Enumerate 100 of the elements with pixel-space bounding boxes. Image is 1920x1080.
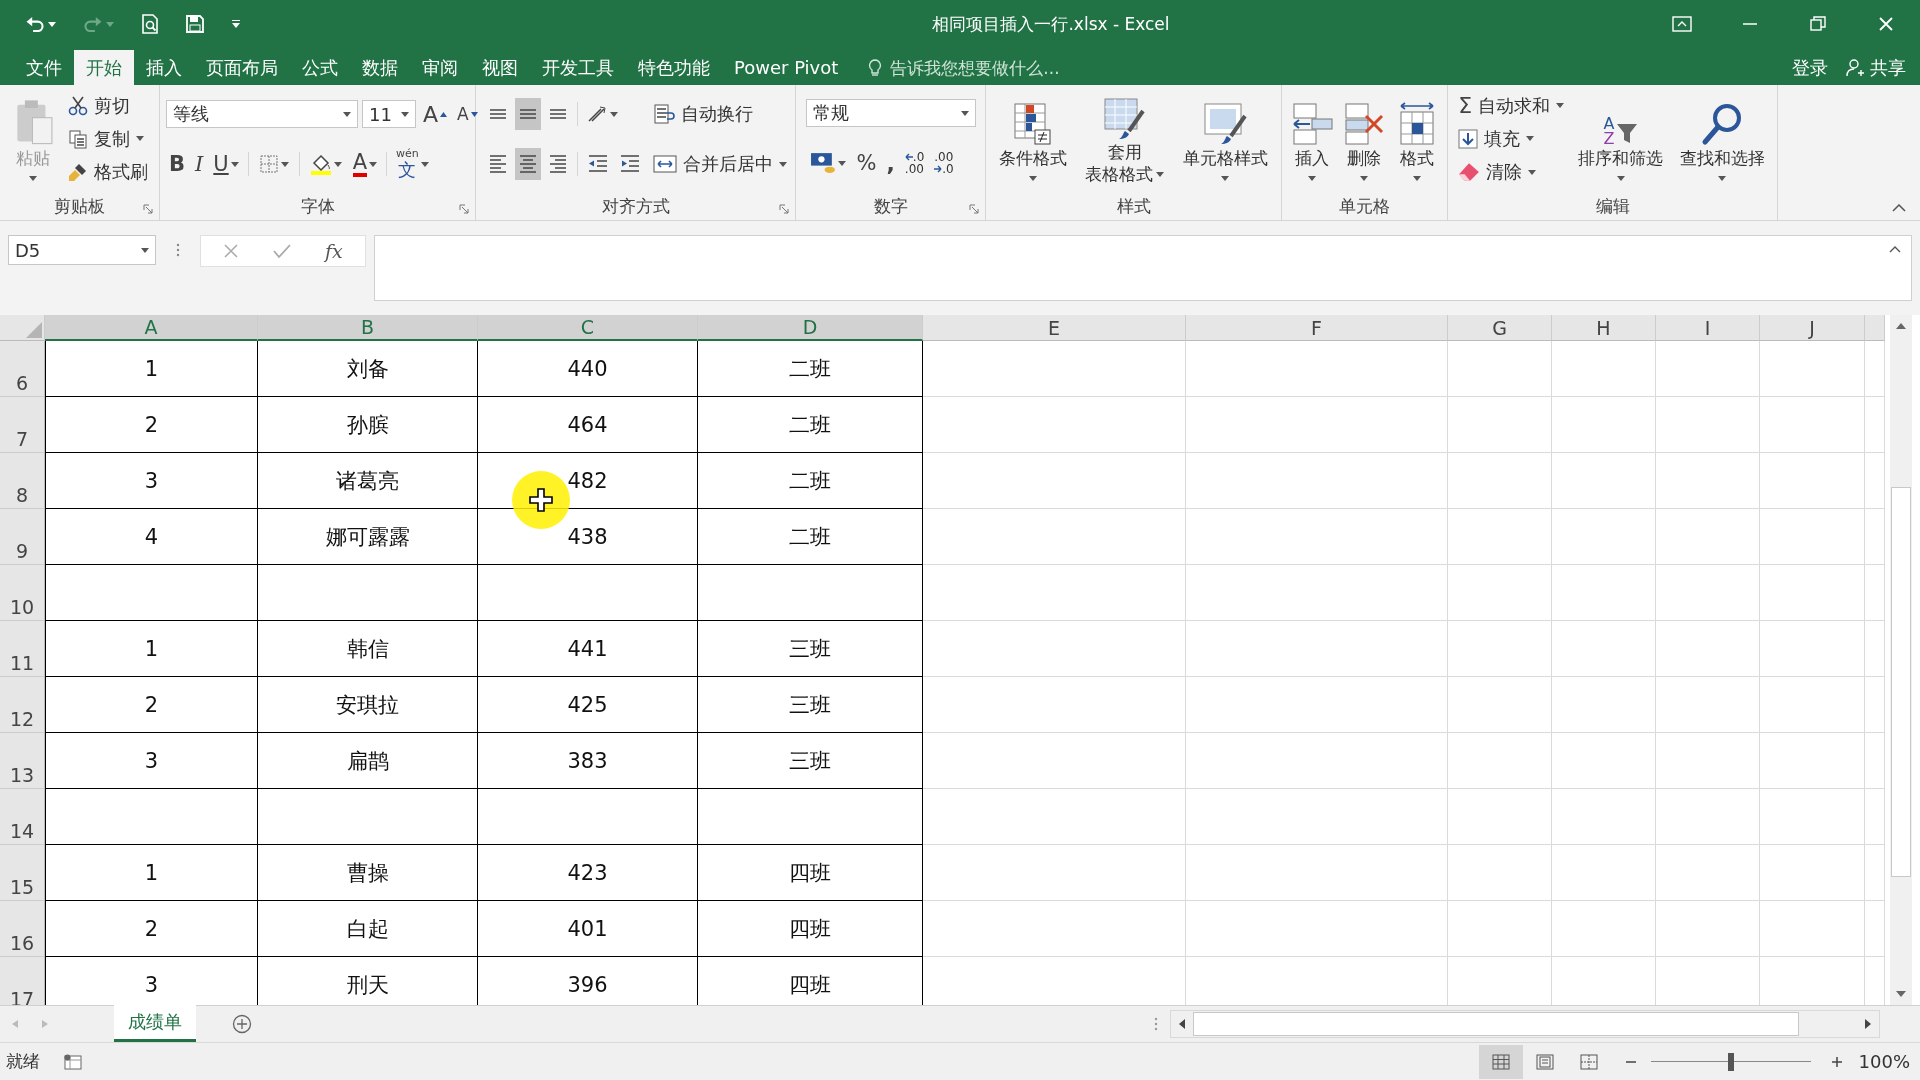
ribbon-tab[interactable]: 公式 bbox=[290, 50, 350, 85]
format-button[interactable]: I bbox=[192, 148, 207, 180]
row-header[interactable]: 16 bbox=[0, 901, 45, 957]
format-button[interactable]: B bbox=[166, 148, 188, 180]
ribbon-tab[interactable]: Power Pivot bbox=[722, 50, 851, 85]
format-button[interactable]: A bbox=[420, 98, 451, 130]
row-header[interactable]: 13 bbox=[0, 733, 45, 789]
ribbon-tab[interactable]: 插入 bbox=[134, 50, 194, 85]
filter-icon bbox=[1616, 121, 1639, 146]
column-header[interactable]: G bbox=[1448, 315, 1552, 341]
phonetic-button[interactable]: wén 文 bbox=[393, 148, 432, 180]
row-header[interactable]: 15 bbox=[0, 845, 45, 901]
ribbon-button[interactable]: 格式 bbox=[1392, 97, 1441, 181]
ribbon-button[interactable]: A Z 排序和筛选 bbox=[1576, 97, 1666, 181]
format-button[interactable]: , bbox=[883, 147, 898, 179]
macro-record-button[interactable] bbox=[64, 1053, 82, 1070]
scroll-down-button[interactable] bbox=[1896, 991, 1906, 997]
sort-letters: A Z bbox=[1603, 115, 1615, 146]
row-header[interactable]: 12 bbox=[0, 677, 45, 733]
row-header[interactable]: 14 bbox=[0, 789, 45, 845]
scroll-thumb[interactable] bbox=[1193, 1012, 1799, 1036]
conditional-format-icon bbox=[1013, 101, 1054, 146]
ribbon-tab[interactable]: 页面布局 bbox=[194, 50, 290, 85]
ribbon-icon-button[interactable] bbox=[514, 98, 541, 130]
row-header[interactable]: 6 bbox=[0, 341, 45, 397]
sign-in-link[interactable]: 登录 bbox=[1792, 55, 1828, 80]
ribbon-tab[interactable]: 数据 bbox=[350, 50, 410, 85]
ribbon-tab[interactable]: 视图 bbox=[470, 50, 530, 85]
table-cell: 四班 bbox=[698, 845, 923, 901]
ribbon-button[interactable]: 插入 bbox=[1288, 97, 1337, 181]
ribbon-display-icon bbox=[1672, 16, 1692, 32]
column-header[interactable]: D bbox=[698, 315, 923, 341]
tell-me-field[interactable]: 告诉我您想要做什么... bbox=[868, 50, 1113, 85]
ribbon-icon-button[interactable] bbox=[514, 148, 541, 180]
column-header[interactable]: I bbox=[1656, 315, 1760, 341]
ribbon-button[interactable]: 格式刷 bbox=[68, 157, 149, 188]
ribbon-button[interactable]: Σ 自动求和 bbox=[1458, 90, 1565, 121]
scroll-right-button[interactable] bbox=[1865, 1019, 1871, 1029]
scroll-left-button[interactable] bbox=[1179, 1019, 1185, 1029]
column-header[interactable]: B bbox=[258, 315, 478, 341]
dropdown-field[interactable]: 常规 bbox=[805, 99, 976, 127]
horizontal-scrollbar[interactable] bbox=[1170, 1010, 1880, 1038]
format-button[interactable]: U bbox=[210, 148, 242, 180]
row-header[interactable]: 7 bbox=[0, 397, 45, 453]
column-header[interactable]: E bbox=[923, 315, 1186, 341]
view-button[interactable] bbox=[1478, 1044, 1523, 1079]
share-button[interactable]: 共享 bbox=[1846, 55, 1906, 80]
ribbon-button[interactable]: 条件格式 bbox=[997, 97, 1070, 181]
vertical-scrollbar[interactable] bbox=[1890, 315, 1912, 1005]
ribbon-tab[interactable]: 开始 bbox=[74, 50, 134, 85]
collapse-ribbon-button[interactable] bbox=[1892, 204, 1906, 212]
merge-cells-icon bbox=[652, 155, 677, 173]
ribbon-button[interactable]: 剪切 bbox=[68, 90, 131, 121]
dropdown-field[interactable]: 等线 bbox=[166, 100, 358, 128]
row-header[interactable]: 9 bbox=[0, 509, 45, 565]
format-button[interactable]: A bbox=[454, 98, 481, 130]
column-header[interactable]: A bbox=[45, 315, 258, 341]
ribbon-button[interactable]: 清除 bbox=[1458, 157, 1537, 188]
ribbon-tab[interactable]: 特色功能 bbox=[626, 50, 722, 85]
ribbon-tab[interactable]: 文件 bbox=[14, 50, 74, 85]
ribbon-tab[interactable]: 审阅 bbox=[410, 50, 470, 85]
ribbon-button[interactable]: 自动换行 bbox=[652, 99, 753, 129]
column-header[interactable]: J bbox=[1760, 315, 1865, 341]
format-button[interactable]: A bbox=[349, 148, 381, 180]
column-header[interactable]: H bbox=[1552, 315, 1656, 341]
table-cell: 3 bbox=[45, 453, 258, 509]
row-header[interactable]: 11 bbox=[0, 621, 45, 677]
slider-thumb[interactable] bbox=[1727, 1052, 1734, 1071]
ribbon-button[interactable]: 合并后居中 bbox=[652, 149, 787, 179]
scroll-thumb[interactable] bbox=[1891, 487, 1911, 877]
decimal-button[interactable]: .0 .00 bbox=[901, 147, 928, 179]
table-cell: 刘备 bbox=[258, 341, 478, 397]
column-header[interactable]: F bbox=[1186, 315, 1448, 341]
decimal-button[interactable]: .00 .0 bbox=[931, 147, 957, 179]
scroll-up-button[interactable] bbox=[1896, 323, 1906, 329]
sheet-tab[interactable]: 成绩单 bbox=[114, 1005, 196, 1042]
table-cell: 二班 bbox=[698, 509, 923, 565]
formula-input[interactable] bbox=[373, 235, 1912, 301]
close-icon bbox=[1878, 16, 1894, 32]
table-cell bbox=[1865, 677, 1885, 733]
ribbon-tab[interactable]: 开发工具 bbox=[530, 50, 626, 85]
ribbon-button[interactable]: 复制 bbox=[68, 124, 145, 154]
ribbon-button[interactable]: 删除 bbox=[1340, 97, 1389, 181]
format-button[interactable]: % bbox=[853, 147, 880, 179]
dropdown-field[interactable]: 11 bbox=[362, 100, 416, 128]
ribbon-button[interactable]: 填充 bbox=[1458, 124, 1535, 154]
column-header[interactable]: C bbox=[478, 315, 698, 341]
dialog-launcher-button[interactable] bbox=[779, 204, 789, 214]
ribbon-button[interactable]: 单元格样式 bbox=[1180, 97, 1270, 181]
ribbon-button[interactable]: 套用 表格格式 bbox=[1083, 93, 1167, 185]
row-header[interactable]: 10 bbox=[0, 565, 45, 621]
row-header[interactable]: 8 bbox=[0, 453, 45, 509]
ribbon-button[interactable]: 查找和选择 bbox=[1677, 97, 1767, 181]
dialog-launcher-button[interactable] bbox=[143, 204, 153, 214]
dialog-launcher-button[interactable] bbox=[969, 204, 979, 214]
dialog-launcher-button[interactable] bbox=[459, 204, 469, 214]
table-cell bbox=[1865, 565, 1885, 621]
zoom-level-button[interactable]: 100% bbox=[1858, 1051, 1914, 1072]
name-box[interactable]: D5 bbox=[8, 235, 156, 265]
insert-cells-icon bbox=[1290, 101, 1335, 146]
